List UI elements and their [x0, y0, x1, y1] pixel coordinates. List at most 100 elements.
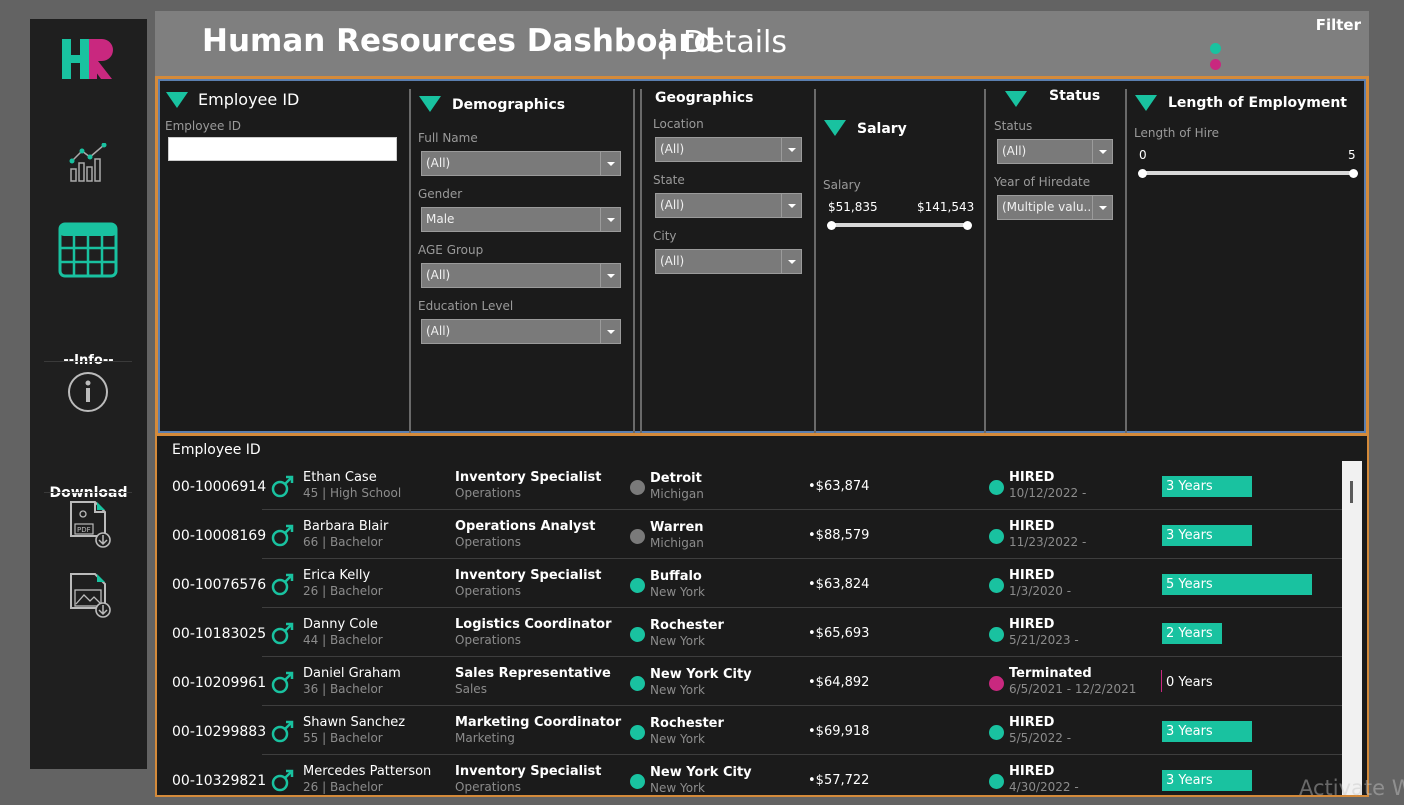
full-name-select[interactable]: (All) — [421, 151, 621, 176]
state: New York — [650, 732, 705, 746]
table-row[interactable]: 00-10329821 Mercedes Patterson 26 | Bach… — [157, 755, 1342, 795]
location-dot-icon — [630, 774, 645, 789]
job-title: Inventory Specialist — [455, 470, 602, 485]
table-row[interactable]: 00-10008169 Barbara Blair 66 | Bachelor … — [157, 510, 1342, 559]
column-divider — [984, 89, 986, 433]
hire-dates: 11/23/2022 - — [1009, 535, 1087, 549]
department: Operations — [455, 584, 521, 598]
employee-id-cell: 00-10006914 — [172, 479, 267, 495]
select-value: Male — [426, 212, 455, 226]
age-group-select[interactable]: (All) — [421, 263, 621, 288]
table-grid-icon[interactable] — [58, 222, 118, 278]
length-slider-max-handle[interactable] — [1349, 169, 1358, 178]
filter-toggle-button[interactable]: Filter — [1316, 16, 1361, 34]
location-dot-icon — [630, 725, 645, 740]
table-row[interactable]: 00-10006914 Ethan Case 45 | High School … — [157, 461, 1342, 510]
table-row[interactable]: 00-10076576 Erica Kelly 26 | Bachelor In… — [157, 559, 1342, 608]
hire-dates: 5/5/2022 - — [1009, 731, 1072, 745]
pdf-download-icon[interactable]: PDF — [67, 500, 113, 550]
city: Warren — [650, 520, 704, 535]
length-slider-min-handle[interactable] — [1138, 169, 1147, 178]
status-label: Status — [994, 119, 1033, 133]
table-header-employee-id: Employee ID — [172, 442, 261, 458]
collapse-triangle-icon[interactable] — [166, 92, 188, 108]
location-select[interactable]: (All) — [655, 137, 802, 162]
length-min-value: 0 — [1139, 148, 1147, 162]
department: Operations — [455, 535, 521, 549]
city: Buffalo — [650, 569, 702, 584]
status-select[interactable]: (All) — [997, 139, 1113, 164]
table-row[interactable]: 00-10299883 Shawn Sanchez 55 | Bachelor … — [157, 706, 1342, 755]
state: New York — [650, 683, 705, 697]
salary: •$88,579 — [808, 528, 870, 543]
teal-dot-icon — [1210, 43, 1221, 54]
job-title: Inventory Specialist — [455, 568, 602, 583]
chevron-down-icon — [1092, 196, 1112, 219]
male-icon — [271, 573, 294, 596]
table-row[interactable]: 00-10209961 Daniel Graham 36 | Bachelor … — [157, 657, 1342, 706]
years-label: 3 Years — [1166, 773, 1213, 788]
employee-name: Ethan Case — [303, 470, 377, 485]
collapse-triangle-icon[interactable] — [1005, 91, 1027, 107]
department: Operations — [455, 486, 521, 500]
status-dot-icon — [989, 529, 1004, 544]
employee-id-cell: 00-10183025 — [172, 626, 267, 642]
collapse-triangle-icon[interactable] — [824, 120, 846, 136]
column-divider — [409, 89, 411, 433]
employee-id-cell: 00-10076576 — [172, 577, 267, 593]
male-icon — [271, 475, 294, 498]
education-level-select[interactable]: (All) — [421, 319, 621, 344]
column-divider — [633, 89, 635, 433]
title-separator: | — [659, 25, 670, 60]
employee-name: Danny Cole — [303, 617, 378, 632]
city-select[interactable]: (All) — [655, 249, 802, 274]
job-title: Marketing Coordinator — [455, 715, 622, 730]
scrollbar-thumb[interactable] — [1350, 481, 1353, 503]
select-value: (All) — [426, 324, 451, 338]
employee-name: Daniel Graham — [303, 666, 401, 681]
demographics-heading: Demographics — [452, 97, 566, 113]
table-row[interactable]: 00-10183025 Danny Cole 44 | Bachelor Log… — [157, 608, 1342, 657]
salary-slider-range — [832, 223, 968, 227]
vertical-scrollbar[interactable] — [1342, 461, 1362, 795]
chevron-down-icon — [781, 194, 801, 217]
page-subtitle: Details — [683, 25, 788, 60]
state: Michigan — [650, 536, 704, 550]
analytics-chart-icon[interactable] — [68, 143, 110, 183]
location-dot-icon — [630, 578, 645, 593]
city: Detroit — [650, 471, 702, 486]
status-dot-icon — [989, 676, 1004, 691]
collapse-triangle-icon[interactable] — [419, 96, 441, 112]
divider — [44, 361, 132, 362]
state-select[interactable]: (All) — [655, 193, 802, 218]
department: Operations — [455, 633, 521, 647]
page-title: Human Resources Dashboard — [202, 23, 716, 59]
status: HIRED — [1009, 470, 1055, 485]
location-dot-icon — [630, 480, 645, 495]
length-max-value: 5 — [1348, 148, 1356, 162]
employee-name: Mercedes Patterson — [303, 764, 432, 779]
select-value: (All) — [1002, 144, 1027, 158]
salary-slider-min-handle[interactable] — [827, 221, 836, 230]
info-icon[interactable] — [67, 371, 109, 413]
status-dot-icon — [989, 725, 1004, 740]
city: Rochester — [650, 716, 724, 731]
chevron-down-icon — [781, 138, 801, 161]
salary-min-value: $51,835 — [828, 200, 878, 214]
salary-label: Salary — [823, 178, 861, 192]
year-of-hiredate-select[interactable]: (Multiple valu... — [997, 195, 1113, 220]
image-download-icon[interactable] — [67, 572, 113, 620]
column-divider — [1125, 89, 1127, 433]
select-value: (Multiple valu... — [1002, 200, 1095, 214]
city-label: City — [653, 229, 677, 243]
years-label: 3 Years — [1166, 724, 1213, 739]
employee-id-input[interactable] — [168, 137, 397, 161]
gender-select[interactable]: Male — [421, 207, 621, 232]
length-of-employment-heading: Length of Employment — [1168, 95, 1347, 111]
job-title: Operations Analyst — [455, 519, 596, 534]
status-dot-icon — [989, 578, 1004, 593]
salary-slider-max-handle[interactable] — [963, 221, 972, 230]
select-value: (All) — [660, 142, 685, 156]
column-divider — [640, 89, 642, 433]
collapse-triangle-icon[interactable] — [1135, 95, 1157, 111]
